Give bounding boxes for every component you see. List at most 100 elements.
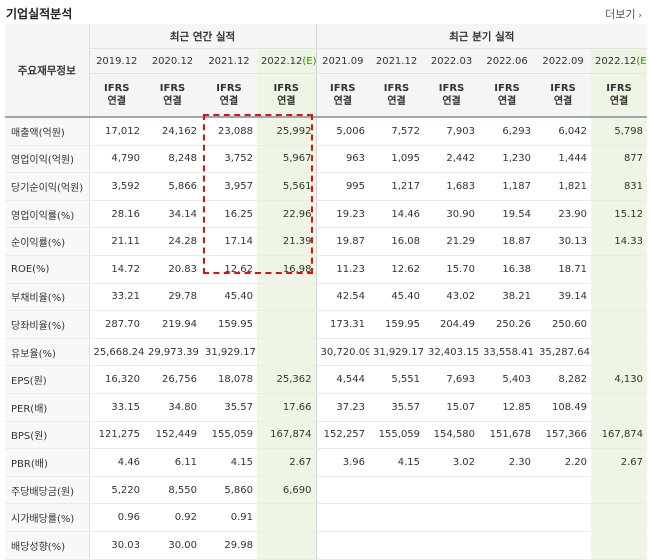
- table-cell: [257, 338, 317, 367]
- table-row: 순이익률(%) 21.11 24.28 17.14 21.39 19.87 16.08 21.…: [5, 227, 648, 256]
- table-cell: 5,967: [257, 145, 317, 174]
- table-cell: 18.87: [479, 227, 536, 256]
- table-cell: 18,078: [201, 365, 257, 394]
- table-cell: 1,095: [369, 145, 425, 174]
- table-cell: 43.02: [424, 282, 480, 312]
- table-cell: 16,320: [89, 365, 144, 394]
- table-cell: [369, 531, 425, 560]
- period-header: 2021.12: [369, 48, 425, 74]
- table-cell: 12.62: [369, 255, 425, 284]
- table-cell: 14.46: [369, 199, 425, 229]
- table-cell: [591, 531, 648, 560]
- ifrs-label: IFRS 연결: [591, 73, 648, 118]
- ifrs-label: IFRS 연결: [201, 73, 257, 118]
- table-cell: 155,059: [201, 421, 257, 450]
- table-cell: 0.92: [144, 503, 201, 532]
- table-cell: [479, 503, 536, 532]
- table-cell: 1,683: [424, 172, 480, 201]
- table-cell: 0.91: [201, 503, 257, 532]
- annual-group-header: 최근 연간 실적: [89, 24, 317, 49]
- section-title: 기업실적분석: [6, 7, 73, 21]
- table-cell: 6.11: [144, 448, 201, 477]
- more-link[interactable]: 더보기 ›: [605, 6, 642, 22]
- table-cell: 30,720.09: [316, 338, 370, 367]
- table-cell: 963: [316, 145, 370, 174]
- table-cell: 1,230: [479, 145, 536, 174]
- table-cell: 151,678: [479, 421, 536, 450]
- table-cell: 3,752: [201, 145, 257, 174]
- table-cell: [257, 503, 317, 532]
- table-cell: [316, 531, 370, 560]
- table-cell: 995: [316, 172, 370, 201]
- table-cell: 42.54: [316, 282, 370, 312]
- table-cell: 2.30: [479, 448, 536, 477]
- table-cell: 25,362: [257, 365, 317, 394]
- row-label: 순이익률(%): [5, 227, 90, 256]
- table-cell: 2.20: [535, 448, 592, 477]
- table-cell: 25,668.24: [89, 338, 144, 367]
- table-cell: 35.57: [369, 393, 425, 422]
- table-row: EPS(원) 16,320 26,756 18,078 25,362 4,544 5,551…: [5, 365, 648, 394]
- table-cell: 38.21: [479, 282, 536, 312]
- table-cell: 3,957: [201, 172, 257, 201]
- table-cell: [479, 475, 536, 505]
- table-cell: 4.46: [89, 448, 144, 477]
- row-label: PBR(배): [5, 448, 90, 477]
- table-cell: 29.98: [201, 531, 257, 560]
- table-cell: 33,558.41: [479, 338, 536, 367]
- table-row: PBR(배) 4.46 6.11 4.15 2.67 3.96 4.15 3.02 2.30 2.…: [5, 448, 648, 477]
- table-cell: 3.02: [424, 448, 480, 477]
- ifrs-label: IFRS 연결: [369, 73, 425, 118]
- table-cell: 37.23: [316, 393, 370, 422]
- period-header: 2021.09: [316, 48, 370, 74]
- row-label: 배당성향(%): [5, 531, 90, 560]
- table-cell: 19.54: [479, 199, 536, 229]
- table-cell: [257, 310, 317, 339]
- table-cell: 2.67: [257, 448, 317, 477]
- table-cell: 173.31: [316, 310, 370, 339]
- table-cell: 30.90: [424, 199, 480, 229]
- table-cell: 121,275: [89, 421, 144, 450]
- table-cell: 35.57: [201, 393, 257, 422]
- period-header: 2022.12(E): [257, 48, 317, 74]
- table-cell: 5,006: [316, 117, 370, 146]
- table-cell: [479, 531, 536, 560]
- ifrs-label: IFRS 연결: [316, 73, 370, 118]
- table-cell: 21.11: [89, 227, 144, 256]
- table-cell: 14.33: [591, 227, 648, 256]
- table-cell: 155,059: [369, 421, 425, 450]
- table-cell: 4.15: [201, 448, 257, 477]
- ifrs-label: IFRS 연결: [424, 73, 480, 118]
- row-label: 주당배당금(원): [5, 475, 90, 505]
- table-cell: 33.21: [89, 282, 144, 312]
- table-cell: 11.23: [316, 255, 370, 284]
- table-cell: 5,860: [201, 475, 257, 505]
- table-cell: 30.00: [144, 531, 201, 560]
- table-cell: [257, 531, 317, 560]
- table-cell: 167,874: [257, 421, 317, 450]
- table-cell: [591, 503, 648, 532]
- ifrs-label: IFRS 연결: [257, 73, 317, 118]
- table-cell: 35,287.64: [535, 338, 592, 367]
- table-cell: 7,693: [424, 365, 480, 394]
- row-label: 매출액(억원): [5, 117, 90, 146]
- table-cell: 2,442: [424, 145, 480, 174]
- row-header-label: 주요재무정보: [5, 24, 90, 118]
- table-cell: [424, 531, 480, 560]
- table-row: 당기순이익(억원) 3,592 5,866 3,957 5,561 995 1,217 1,6…: [5, 172, 648, 201]
- table-cell: 8,248: [144, 145, 201, 174]
- ifrs-label: IFRS 연결: [535, 73, 592, 118]
- period-header: 2022.09: [535, 48, 592, 74]
- table-cell: 24.28: [144, 227, 201, 256]
- table-cell: 152,449: [144, 421, 201, 450]
- table-cell: 15.70: [424, 255, 480, 284]
- table-cell: 1,444: [535, 145, 592, 174]
- table-cell: [591, 282, 648, 312]
- table-cell: 2.67: [591, 448, 648, 477]
- table-cell: 0.96: [89, 503, 144, 532]
- table-cell: 154,580: [424, 421, 480, 450]
- table-cell: 16.38: [479, 255, 536, 284]
- table-cell: 250.26: [479, 310, 536, 339]
- table-cell: 16.08: [369, 227, 425, 256]
- table-row: 시가배당률(%) 0.96 0.92 0.91: [5, 503, 648, 532]
